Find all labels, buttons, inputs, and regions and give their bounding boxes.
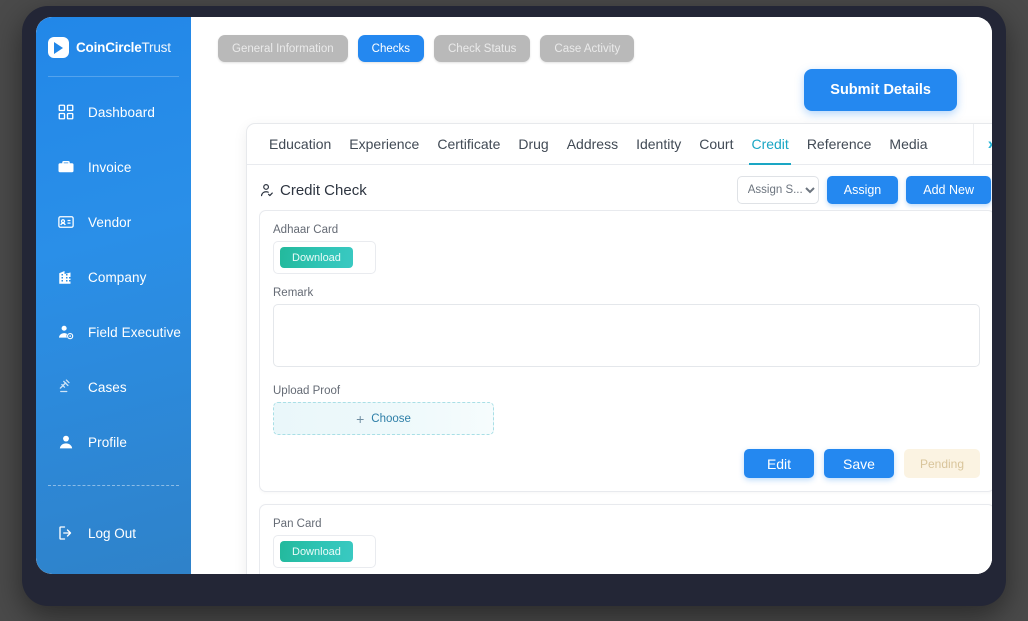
panel-actions: Assign S... Assign Add New [736,176,991,204]
pill-checks[interactable]: Checks [357,35,424,62]
pill-check-status[interactable]: Check Status [434,35,531,62]
tab-media[interactable]: Media [880,124,936,164]
tab-drug[interactable]: Drug [509,124,557,164]
id-card-icon [57,213,75,231]
document-label: Adhaar Card [273,224,339,236]
panel-title-text: Credit Check [280,181,367,199]
sidebar-item-company[interactable]: Company [36,256,191,298]
main-content: General Information Checks Check Status … [191,17,992,574]
page-title: Credit Check [259,182,367,199]
tab-court[interactable]: Court [690,124,742,164]
sidebar-item-label: Dashboard [88,104,155,120]
brand-name-bold: CoinCircle [76,40,142,55]
sidebar-item-label: Vendor [88,214,132,230]
logout-divider [48,485,179,486]
remark-label: Remark [273,287,314,299]
record-card: Pan Card Download Remark [259,504,992,574]
download-wrapper: Download [273,535,376,568]
upload-proof-dropzone[interactable]: + Choose [273,402,494,435]
pill-general-information[interactable]: General Information [218,35,348,62]
sidebar-nav: Dashboard Invoice Vendor Company Field E… [36,91,191,463]
sidebar-item-label: Invoice [88,159,132,175]
play-arrow-logo-icon [48,37,69,58]
submit-row: Submit Details [191,62,992,111]
brand-name: CoinCircleTrust [76,40,171,55]
assign-button[interactable]: Assign [826,176,899,204]
submit-details-button[interactable]: Submit Details [804,69,957,111]
sidebar-item-invoice[interactable]: Invoice [36,146,191,188]
user-icon [57,433,75,451]
user-check-icon [259,182,276,199]
pill-case-activity[interactable]: Case Activity [540,35,635,62]
tab-address[interactable]: Address [558,124,627,164]
brand-divider [48,76,179,77]
edit-button[interactable]: Edit [744,449,814,478]
grid-icon [57,103,75,121]
sidebar-item-label: Field Executive [88,324,182,340]
user-gear-icon [57,323,75,341]
sidebar-item-logout[interactable]: Log Out [36,524,136,542]
app-screen: CoinCircleTrust Dashboard Invoice Vendor… [36,17,992,574]
sidebar-item-dashboard[interactable]: Dashboard [36,91,191,133]
checks-panel: Education Experience Certificate Drug Ad… [246,123,992,574]
choose-label: Choose [371,412,411,425]
add-new-button[interactable]: Add New [906,176,991,204]
tab-credit[interactable]: Credit [742,124,797,165]
document-label: Pan Card [273,518,322,530]
records-list[interactable]: Adhaar Card Download Remark Upload Proof… [259,210,992,574]
sidebar-item-profile[interactable]: Profile [36,421,191,463]
brand-logo[interactable]: CoinCircleTrust [36,17,191,58]
sidebar-item-cases[interactable]: Cases [36,366,191,408]
download-wrapper: Download [273,241,376,274]
record-card: Adhaar Card Download Remark Upload Proof… [259,210,992,492]
upload-proof-label: Upload Proof [273,385,341,397]
tab-certificate[interactable]: Certificate [428,124,509,164]
assign-select[interactable]: Assign S... [736,176,819,204]
sidebar: CoinCircleTrust Dashboard Invoice Vendor… [36,17,191,574]
tab-identity[interactable]: Identity [627,124,690,164]
record-actions: Edit Save Pending [273,449,980,478]
download-button[interactable]: Download [280,247,353,268]
logout-icon [57,524,75,542]
device-frame: CoinCircleTrust Dashboard Invoice Vendor… [22,6,1006,606]
remark-input[interactable] [273,304,980,367]
building-icon [57,268,75,286]
tab-experience[interactable]: Experience [340,124,428,164]
panel-header: Credit Check Assign S... Assign Add New [247,165,992,204]
status-badge: Pending [904,449,980,478]
plus-icon: + [356,410,365,427]
tab-education[interactable]: Education [260,124,340,164]
check-type-tabs: Education Experience Certificate Drug Ad… [247,124,992,165]
sidebar-item-vendor[interactable]: Vendor [36,201,191,243]
chevron-right-icon[interactable]: › [973,124,992,164]
brand-name-light: Trust [141,40,171,55]
sidebar-item-label: Log Out [88,525,137,541]
sidebar-item-label: Company [88,269,147,285]
sidebar-item-field-executive[interactable]: Field Executive [36,311,191,353]
gavel-icon [57,378,75,396]
section-pill-nav: General Information Checks Check Status … [191,17,992,62]
sidebar-item-label: Cases [88,379,127,395]
sidebar-item-label: Profile [88,434,127,450]
download-button[interactable]: Download [280,541,353,562]
save-button[interactable]: Save [824,449,894,478]
briefcase-icon [57,158,75,176]
tab-reference[interactable]: Reference [798,124,881,164]
